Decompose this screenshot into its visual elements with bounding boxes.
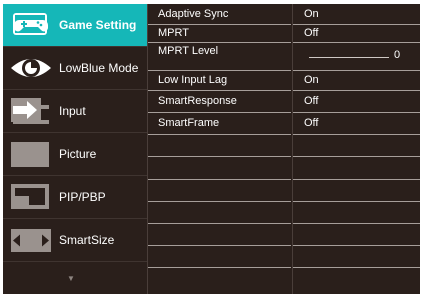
divider bbox=[148, 223, 291, 224]
value-mprt-level: 0 bbox=[394, 49, 401, 61]
menu-item-label: SmartSize bbox=[59, 233, 115, 247]
divider bbox=[293, 90, 420, 91]
divider bbox=[148, 70, 291, 71]
scroll-down-indicator[interactable]: ▼ bbox=[3, 266, 147, 294]
setting-mprt-level[interactable]: MPRT Level bbox=[158, 43, 218, 60]
menu-item-game-setting[interactable]: Game Setting bbox=[3, 4, 147, 46]
value-low-input-lag[interactable]: On bbox=[304, 72, 319, 89]
mprt-level-slider[interactable] bbox=[309, 57, 389, 58]
menu-item-label: Game Setting bbox=[59, 18, 137, 32]
setting-smartresponse[interactable]: SmartResponse bbox=[158, 93, 237, 110]
divider bbox=[293, 42, 420, 43]
setting-adaptive-sync[interactable]: Adaptive Sync bbox=[158, 6, 228, 23]
chevron-down-icon: ▼ bbox=[67, 274, 75, 283]
eye-icon bbox=[11, 59, 51, 77]
divider bbox=[148, 267, 291, 268]
picture-icon bbox=[11, 142, 49, 167]
value-adaptive-sync[interactable]: On bbox=[304, 6, 319, 23]
divider bbox=[293, 156, 420, 157]
divider bbox=[148, 156, 291, 157]
setting-low-input-lag[interactable]: Low Input Lag bbox=[158, 72, 227, 89]
settings-list: Adaptive Sync MPRT MPRT Level Low Input … bbox=[148, 4, 291, 294]
gamepad-icon bbox=[13, 13, 48, 35]
value-smartframe[interactable]: Off bbox=[304, 115, 318, 132]
input-icon bbox=[11, 98, 49, 124]
divider bbox=[293, 179, 420, 180]
main-menu: Game Setting LowBlue Mode Input Picture … bbox=[3, 4, 147, 294]
menu-item-input[interactable]: Input bbox=[3, 90, 147, 132]
divider bbox=[148, 90, 291, 91]
divider bbox=[293, 223, 420, 224]
divider bbox=[148, 134, 291, 135]
menu-item-label: Picture bbox=[59, 147, 97, 161]
menu-item-pip-pbp[interactable]: PIP/PBP bbox=[3, 176, 147, 218]
menu-item-label: LowBlue Mode bbox=[59, 61, 139, 75]
divider bbox=[148, 245, 291, 246]
menu-item-lowblue-mode[interactable]: LowBlue Mode bbox=[3, 47, 147, 89]
setting-mprt[interactable]: MPRT bbox=[158, 25, 189, 42]
divider bbox=[293, 245, 420, 246]
setting-smartframe[interactable]: SmartFrame bbox=[158, 115, 219, 132]
smartsize-icon bbox=[11, 229, 51, 252]
monitor-osd-menu: Game Setting LowBlue Mode Input Picture … bbox=[3, 4, 420, 294]
divider bbox=[293, 134, 420, 135]
menu-item-smartsize[interactable]: SmartSize bbox=[3, 219, 147, 261]
divider bbox=[293, 201, 420, 202]
divider bbox=[293, 112, 420, 113]
menu-item-label: PIP/PBP bbox=[59, 190, 106, 204]
menu-item-label: Input bbox=[59, 104, 86, 118]
divider bbox=[3, 261, 147, 262]
values-list: On Off 0 On Off Off bbox=[293, 4, 420, 294]
pip-pbp-icon bbox=[11, 184, 49, 209]
divider bbox=[148, 112, 291, 113]
divider bbox=[148, 179, 291, 180]
divider bbox=[148, 201, 291, 202]
value-mprt[interactable]: Off bbox=[304, 25, 318, 42]
divider bbox=[293, 70, 420, 71]
value-smartresponse[interactable]: Off bbox=[304, 93, 318, 110]
divider bbox=[293, 267, 420, 268]
menu-item-picture[interactable]: Picture bbox=[3, 133, 147, 175]
